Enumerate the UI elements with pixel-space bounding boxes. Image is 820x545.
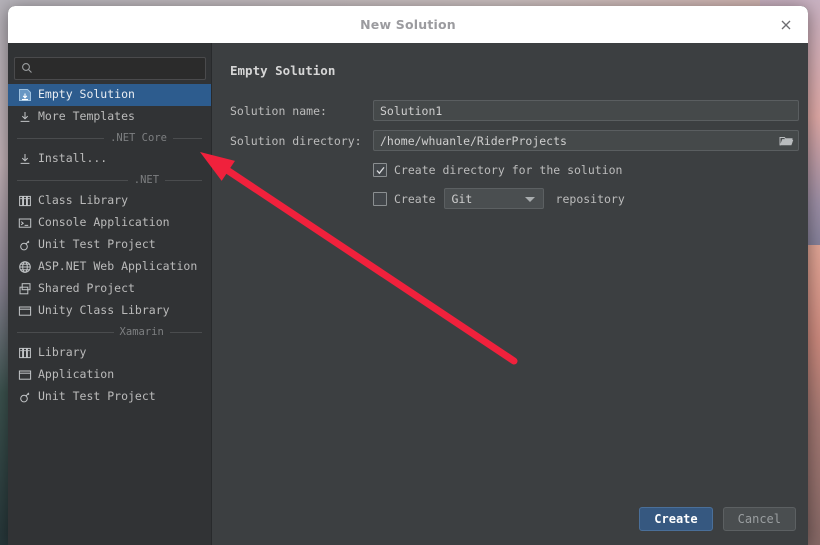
create-button[interactable]: Create [639,507,713,531]
separator-line [17,179,128,181]
sidebar-item-more-templates[interactable]: More Templates [8,106,211,128]
console-icon [17,216,32,231]
content-panel: Empty Solution Solution name: Solution1 … [212,43,808,545]
create-directory-label: Create directory for the solution [394,163,623,177]
create-repository-checkbox[interactable] [373,191,387,206]
sidebar-item-shared-project[interactable]: Shared Project [8,278,211,300]
sidebar-item-application[interactable]: Application [8,364,211,386]
sidebar-item-label: Shared Project [38,281,135,296]
repository-suffix-label: repository [555,191,625,206]
solution-directory-row: Solution directory: /home/whuanle/RiderP… [230,130,799,151]
solution-name-label: Solution name: [230,103,327,118]
solution-name-value: Solution1 [380,103,443,118]
sidebar-item-console-application[interactable]: Console Application [8,212,211,234]
empty-solution-icon [17,88,32,103]
download-icon [17,152,32,167]
download-icon [17,110,32,125]
sidebar-item-class-library[interactable]: Class Library [8,190,211,212]
sidebar-item-label: Install... [38,151,108,166]
dialog-titlebar: New Solution [8,6,808,43]
template-sidebar: Empty Solution More Templates .NET Core Ins… [8,43,212,545]
library-icon [17,346,32,361]
window-icon [17,368,32,383]
sidebar-item-label: More Templates [38,109,135,124]
template-list: Empty Solution More Templates .NET Core Ins… [8,84,211,408]
check-icon [376,166,385,174]
separator-line [165,179,202,181]
screen: New Solution Empty Solution More Templat… [0,0,820,545]
sidebar-item-label: Empty Solution [38,87,135,102]
create-repository-label: Create [394,191,436,206]
sidebar-item-label: Unity Class Library [38,303,170,318]
sidebar-item-label: Class Library [38,193,129,208]
sidebar-item-label: ASP.NET Web Application [38,259,198,274]
test-tube-icon [17,390,32,405]
search-icon [21,59,33,78]
separator-line [17,331,114,333]
folder-icon[interactable] [777,133,795,148]
chevron-down-icon [524,197,535,202]
separator-line [169,331,202,333]
sidebar-item-install[interactable]: Install... [8,148,211,170]
test-tube-icon [17,238,32,253]
window-icon [17,304,32,319]
sidebar-item-unit-test-project[interactable]: Unit Test Project [8,386,211,408]
globe-icon [17,260,32,275]
library-icon [17,194,32,209]
create-repository-row: Create Git repository [373,188,625,209]
sidebar-item-unit-test-project[interactable]: Unit Test Project [8,234,211,256]
search-field[interactable] [14,57,206,80]
solution-directory-label: Solution directory: [230,133,362,148]
sidebar-item-label: Application [38,367,115,382]
solution-directory-value: /home/whuanle/RiderProjects [380,133,567,148]
create-directory-checkbox[interactable] [373,163,387,177]
solution-directory-input[interactable]: /home/whuanle/RiderProjects [373,130,799,151]
dialog-title: New Solution [360,17,456,32]
new-solution-dialog: New Solution Empty Solution More Templat… [8,6,808,545]
sidebar-item-unity-class-library[interactable]: Unity Class Library [8,300,211,322]
template-group-separator: .NET [8,170,211,190]
sidebar-item-library[interactable]: Library [8,342,211,364]
sidebar-item-empty-solution[interactable]: Empty Solution [8,84,211,106]
cancel-button[interactable]: Cancel [722,507,796,531]
separator-label: .NET Core [110,132,167,144]
shared-icon [17,282,32,297]
separator-label: .NET [133,174,160,186]
sidebar-item-label: Console Application [38,215,170,230]
search-input[interactable] [33,62,205,75]
solution-name-row: Solution name: Solution1 [230,100,799,121]
sidebar-item-label: Library [38,345,87,360]
dialog-body: Empty Solution More Templates .NET Core Ins… [8,43,808,545]
close-icon[interactable] [776,15,796,35]
dialog-footer: Create Cancel [639,507,796,531]
solution-name-input[interactable]: Solution1 [373,100,799,121]
sidebar-item-label: Unit Test Project [38,389,156,404]
template-group-separator: .NET Core [8,128,211,148]
separator-label: Xamarin [119,326,164,338]
create-directory-row: Create directory for the solution [373,163,622,177]
sidebar-item-label: Unit Test Project [38,237,156,252]
sidebar-item-asp-net-web-application[interactable]: ASP.NET Web Application [8,256,211,278]
vcs-select[interactable]: Git [443,188,544,209]
template-group-separator: Xamarin [8,322,211,342]
separator-line [17,137,105,139]
page-title: Empty Solution [230,63,336,78]
separator-line [172,137,203,139]
vcs-selected-value: Git [451,191,473,206]
